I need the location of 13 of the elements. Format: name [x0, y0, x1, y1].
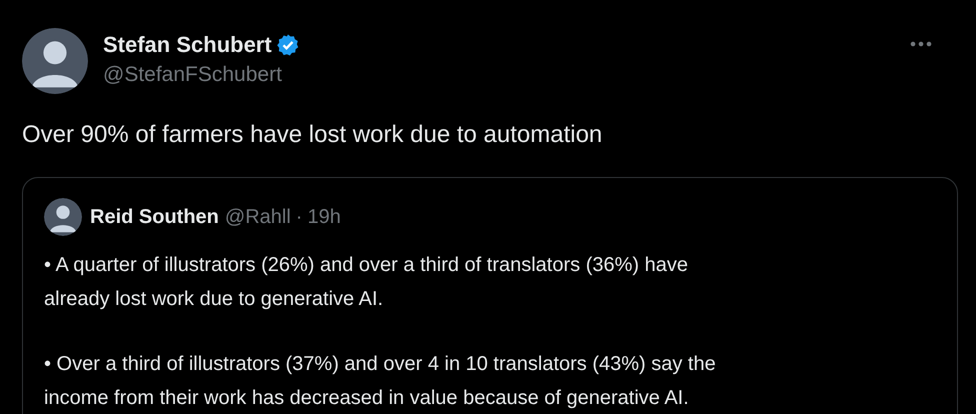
author-handle[interactable]: @StefanFSchubert	[103, 61, 300, 89]
quoted-tweet-card[interactable]	[22, 177, 958, 414]
quote-time[interactable]: 19h	[307, 202, 341, 232]
author-name[interactable]: Stefan Schubert	[103, 31, 272, 59]
quote-avatar-icon[interactable]	[44, 198, 82, 236]
quote-paragraph: • Over a third of illustrators (37%) and over 4 in 10 translators (43%) say the income from their work has decreased in value because of generative AI.	[44, 352, 716, 411]
avatar-icon[interactable]	[22, 28, 88, 94]
quote-author-handle[interactable]: @Rahll	[224, 202, 291, 232]
more-options-icon[interactable]	[910, 41, 932, 47]
quote-paragraph: • A quarter of illustrators (26%) and over a third of translators (36%) have already lost work due to generative AI.	[44, 253, 688, 312]
separator: ·	[296, 205, 302, 230]
tweet-text: Over 90% of farmers have lost work due to automation	[22, 120, 604, 150]
quote-author-name[interactable]: Reid Southen	[90, 202, 219, 232]
